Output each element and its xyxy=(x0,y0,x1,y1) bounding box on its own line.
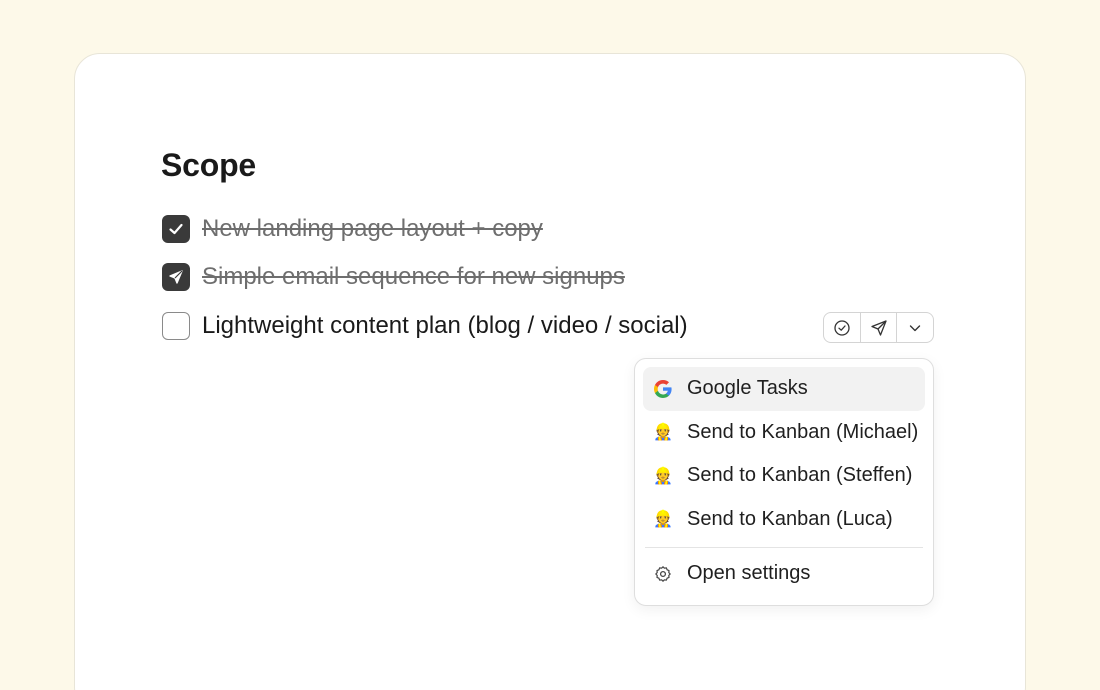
menu-item-kanban-steffen[interactable]: 👷 Send to Kanban (Steffen) xyxy=(643,454,925,498)
more-options-button[interactable] xyxy=(897,313,933,342)
construction-worker-icon: 👷 xyxy=(653,467,673,485)
menu-item-kanban-luca[interactable]: 👷 Send to Kanban (Luca) xyxy=(643,498,925,542)
gear-icon xyxy=(653,564,673,584)
task-action-group xyxy=(823,312,934,343)
task-checkbox[interactable] xyxy=(162,312,190,340)
task-label: Simple email sequence for new signups xyxy=(202,263,625,290)
menu-item-label: Google Tasks xyxy=(687,377,808,400)
task-checkbox-checked[interactable] xyxy=(162,215,190,243)
google-icon xyxy=(653,379,673,399)
complete-task-button[interactable] xyxy=(824,313,861,342)
check-icon xyxy=(169,223,183,235)
paper-plane-icon xyxy=(169,270,183,284)
task-item[interactable]: Lightweight content plan (blog / video /… xyxy=(162,312,688,340)
task-item[interactable]: New landing page layout + copy xyxy=(162,215,543,243)
construction-worker-icon: 👷 xyxy=(653,424,673,442)
menu-item-label: Send to Kanban (Steffen) xyxy=(687,464,913,487)
check-circle-icon xyxy=(834,319,850,336)
menu-item-open-settings[interactable]: Open settings xyxy=(643,552,925,596)
construction-worker-icon: 👷 xyxy=(653,511,673,529)
task-checkbox-sent[interactable] xyxy=(162,263,190,291)
send-to-menu: Google Tasks 👷 Send to Kanban (Michael) … xyxy=(634,358,934,606)
task-label: New landing page layout + copy xyxy=(202,215,543,242)
paper-plane-icon xyxy=(870,319,887,336)
chevron-down-icon xyxy=(909,324,921,331)
menu-item-google-tasks[interactable]: Google Tasks xyxy=(643,367,925,411)
menu-item-kanban-michael[interactable]: 👷 Send to Kanban (Michael) xyxy=(643,411,925,455)
menu-divider xyxy=(645,547,923,548)
menu-item-label: Send to Kanban (Luca) xyxy=(687,507,893,530)
task-label: Lightweight content plan (blog / video /… xyxy=(202,312,688,339)
menu-item-label: Send to Kanban (Michael) xyxy=(687,420,919,443)
send-task-button[interactable] xyxy=(861,313,898,342)
menu-item-label: Open settings xyxy=(687,562,811,585)
task-item[interactable]: Simple email sequence for new signups xyxy=(162,263,625,291)
section-title: Scope xyxy=(161,147,257,183)
